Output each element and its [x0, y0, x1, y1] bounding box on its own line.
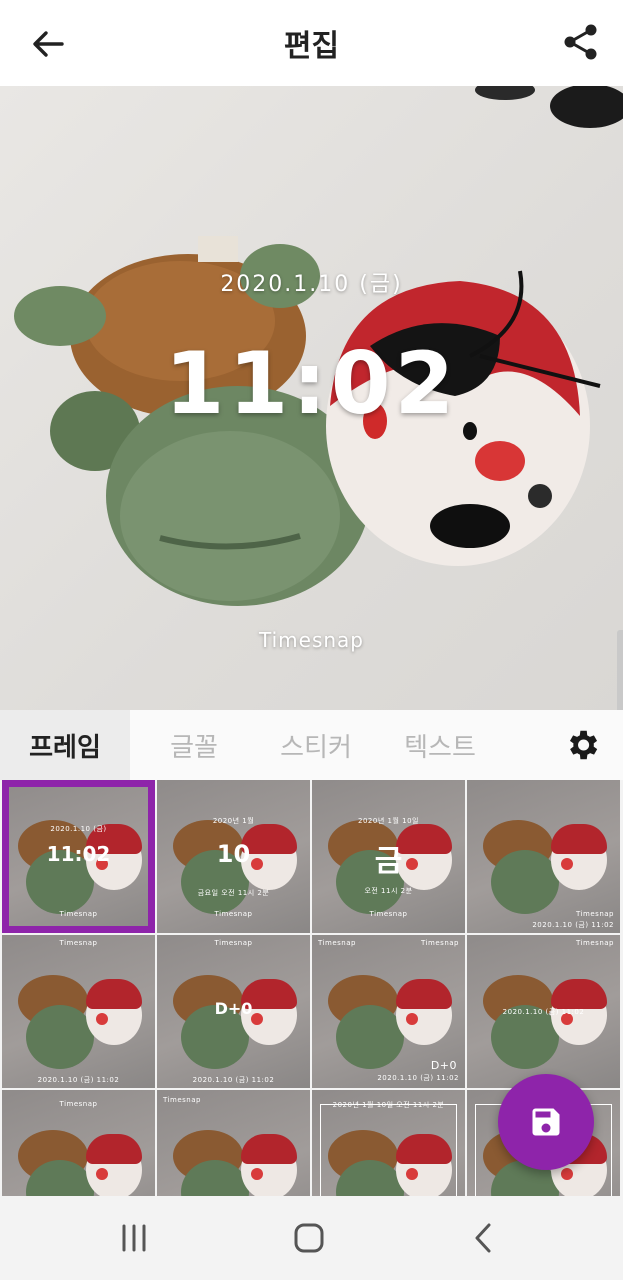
- tab-font[interactable]: 글꼴: [130, 710, 258, 780]
- share-icon[interactable]: [561, 22, 601, 62]
- frame-thumbnail[interactable]: Timesnap: [157, 1090, 310, 1196]
- frame-mid-text: 금요일 오전 11시 2분: [197, 889, 270, 897]
- frame-thumbnail[interactable]: 2020년 1월 10일 오전 11시 2분: [312, 1090, 465, 1196]
- frame-bottom-text: Timesnap: [214, 910, 253, 918]
- arrow-back-icon[interactable]: [28, 24, 68, 64]
- recents-icon[interactable]: [116, 1220, 152, 1256]
- frame-big-text: 11:02: [46, 842, 111, 866]
- app-bar: 편집: [0, 0, 623, 86]
- frame-bottom-text: 2020.1.10 (금) 11:02: [37, 1076, 120, 1084]
- page-title: 편집: [283, 29, 340, 64]
- photo-preview[interactable]: 2020.1.10 (금) 11:02 Timesnap: [0, 86, 623, 710]
- system-navigation-bar: [0, 1196, 623, 1280]
- frame-thumbnail[interactable]: Timesnap D+0 2020.1.10 (금) 11:02: [157, 935, 310, 1088]
- tab-text[interactable]: 텍스트: [374, 710, 506, 780]
- frame-thumbnail[interactable]: Timesnap Timesnap D+0 2020.1.10 (금) 11:0…: [312, 935, 465, 1088]
- frame-mid-text: 오전 11시 2분: [364, 887, 413, 895]
- frame-big-text: D+0: [214, 999, 253, 1018]
- frame-bottom-text: Timesnap: [59, 910, 98, 918]
- frame-big-text: 금: [374, 844, 403, 879]
- save-button[interactable]: [498, 1074, 594, 1170]
- frame-thumbnail[interactable]: 2020.1.10 (금) 11:02 Timesnap: [2, 780, 155, 933]
- frame-bottom-text: 2020.1.10 (금) 11:02: [192, 1076, 275, 1084]
- frame-badge-text: D+0: [430, 1059, 457, 1072]
- frame-bottom-text: Timesnap: [369, 910, 408, 918]
- frame-bottom-text: 2020.1.10 (금) 11:02: [377, 1074, 459, 1082]
- date-overlay: 2020.1.10 (금): [220, 272, 403, 297]
- save-icon: [532, 1108, 560, 1136]
- frame-top-text: Timesnap: [214, 939, 253, 947]
- frame-thumbnail[interactable]: Timesnap: [2, 1090, 155, 1196]
- frame-big-text: 10: [216, 840, 251, 868]
- frame-top-text: 2020.1.10 (금): [50, 825, 107, 833]
- nav-back-icon[interactable]: [466, 1220, 502, 1256]
- edge-panel-handle[interactable]: [617, 630, 623, 710]
- brand-overlay: Timesnap: [259, 628, 364, 652]
- tab-sticker[interactable]: 스티커: [258, 710, 374, 780]
- frame-thumbnail[interactable]: Timesnap 2020.1.10 (금) 11:02: [467, 935, 620, 1088]
- gear-icon[interactable]: [563, 726, 601, 764]
- frame-thumbnail[interactable]: Timesnap 2020.1.10 (금) 11:02: [2, 935, 155, 1088]
- frame-top-text: 2020년 1월 10일 오전 11시 2분: [332, 1101, 445, 1109]
- frame-thumbnail[interactable]: 2020년 1월 10 금요일 오전 11시 2분 Timesnap: [157, 780, 310, 933]
- time-overlay: 11:02: [164, 334, 459, 434]
- tab-bar: 프레임 글꼴 스티커 텍스트: [0, 710, 623, 780]
- tab-frame[interactable]: 프레임: [0, 710, 130, 780]
- frame-top-text: Timesnap: [576, 939, 614, 947]
- frame-right-text: Timesnap: [421, 939, 459, 947]
- frame-thumbnail[interactable]: 2020년 1월 10일 금 오전 11시 2분 Timesnap: [312, 780, 465, 933]
- frame-thumbnail[interactable]: Timesnap 2020.1.10 (금) 11:02: [467, 780, 620, 933]
- frame-top-text: Timesnap: [59, 1100, 98, 1108]
- frame-corner-date: 2020.1.10 (금) 11:02: [532, 921, 614, 929]
- frame-corner-brand: Timesnap: [576, 910, 614, 918]
- home-icon[interactable]: [291, 1220, 327, 1256]
- frame-mid-text: 2020.1.10 (금) 11:02: [502, 1008, 585, 1016]
- frame-top-text: 2020년 1월 10일: [358, 817, 419, 825]
- frame-top-text: Timesnap: [59, 939, 98, 947]
- frame-top-text: 2020년 1월: [212, 817, 255, 825]
- frame-top-text: Timesnap: [163, 1096, 201, 1104]
